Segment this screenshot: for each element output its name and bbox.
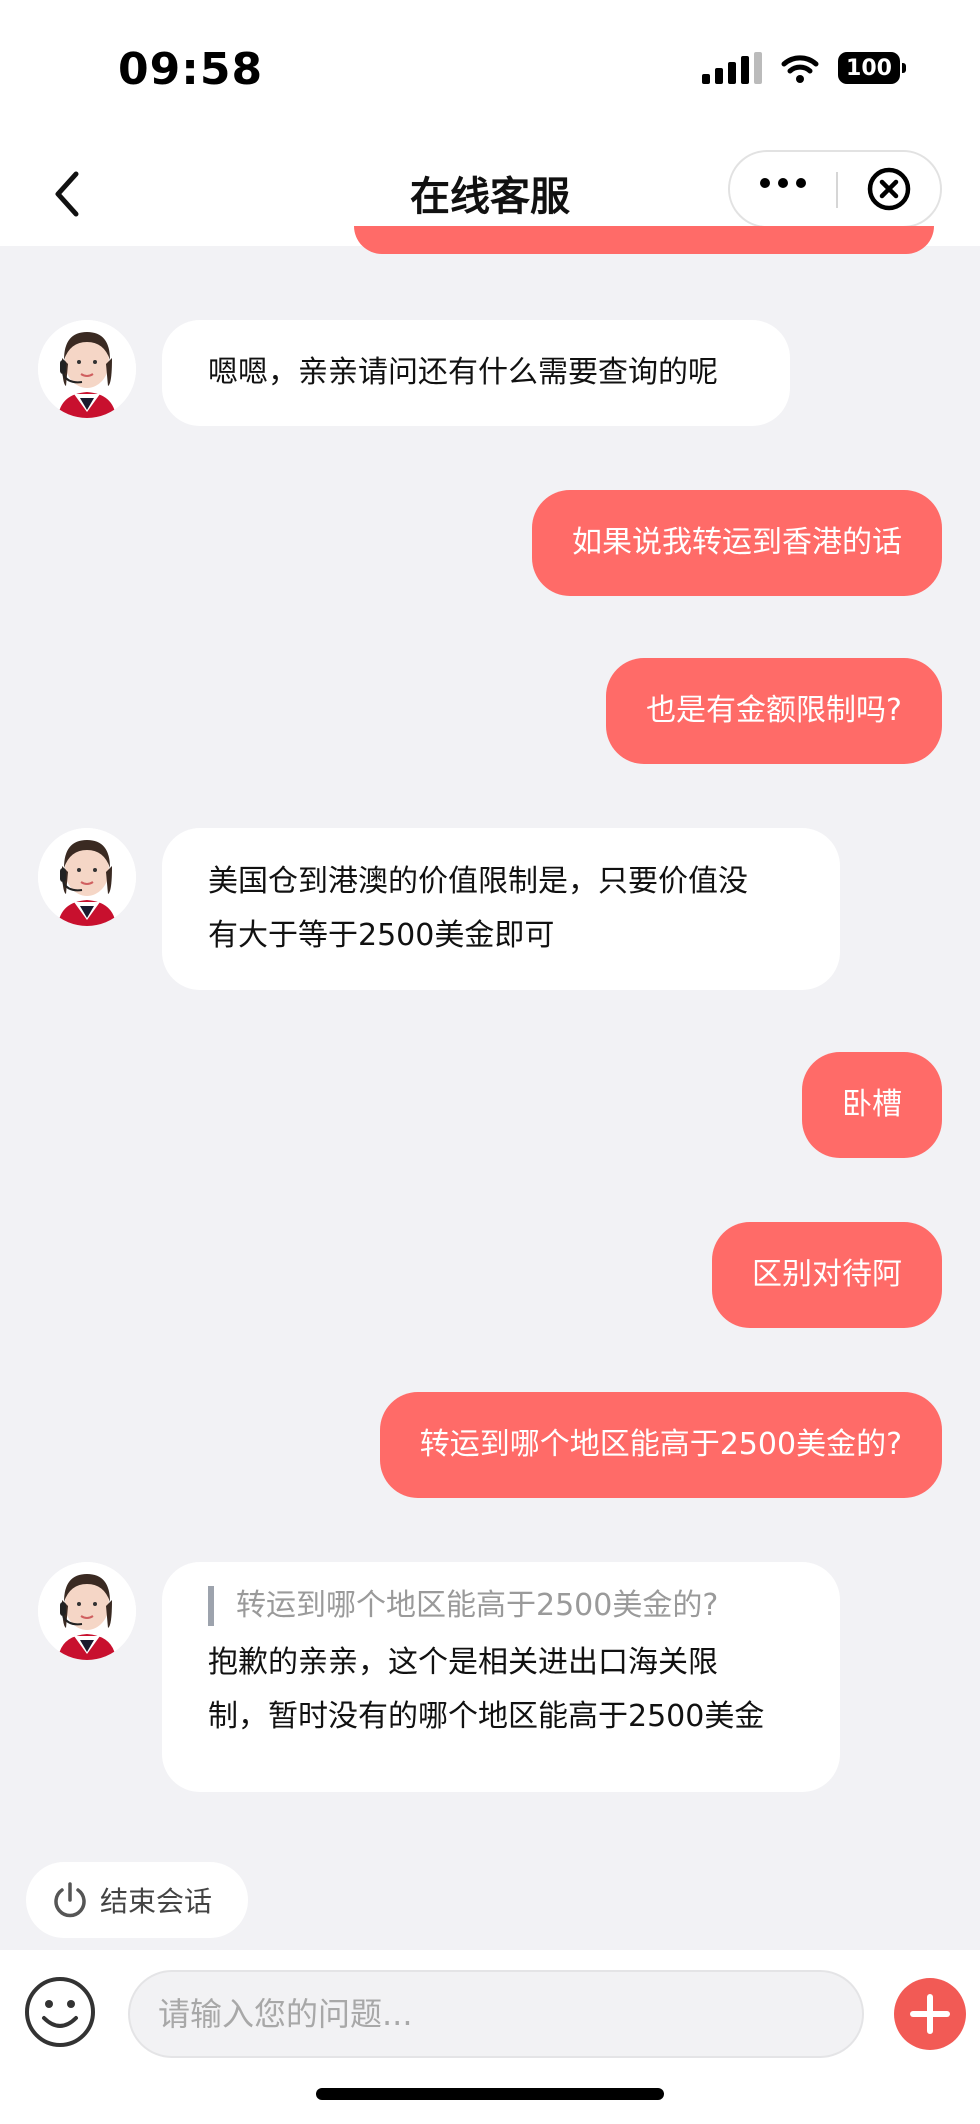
power-icon <box>54 1882 86 1918</box>
agent-avatar <box>38 828 136 926</box>
user-message: 卧槽 <box>802 1052 942 1158</box>
end-session-label: 结束会话 <box>100 1885 213 1918</box>
message-text: 嗯嗯，亲亲请问还有什么需要查询的呢 <box>208 355 718 390</box>
status-icons: 100 <box>702 52 906 84</box>
mini-program-capsule <box>728 150 942 228</box>
message-text: 转运到哪个地区能高于2500美金的? <box>419 1427 902 1462</box>
agent-avatar <box>38 320 136 418</box>
home-indicator <box>316 2088 664 2100</box>
signal-icon <box>702 52 762 84</box>
user-message: 如果说我转运到香港的话 <box>532 490 942 596</box>
agent-avatar <box>38 1562 136 1660</box>
message-text: 卧槽 <box>842 1087 902 1122</box>
quoted-message: 转运到哪个地区能高于2500美金的? <box>208 1586 794 1626</box>
status-bar: 09:58 100 <box>0 0 980 140</box>
message-line: 制，暂时没有的哪个地区能高于2500美金 <box>208 1699 765 1734</box>
user-message: 也是有金额限制吗? <box>606 658 942 764</box>
agent-message: 嗯嗯，亲亲请问还有什么需要查询的呢 <box>162 320 790 426</box>
message-input[interactable]: 请输入您的问题... <box>128 1970 864 2058</box>
message-line: 美国仓到港澳的价值限制是，只要价值没 <box>208 864 748 899</box>
battery-level: 100 <box>846 55 892 81</box>
message-text: 区别对待阿 <box>752 1257 902 1292</box>
agent-message: 美国仓到港澳的价值限制是，只要价值没 有大于等于2500美金即可 <box>162 828 840 990</box>
close-icon[interactable] <box>866 166 912 212</box>
end-session-button[interactable]: 结束会话 <box>26 1862 248 1938</box>
user-message: 区别对待阿 <box>712 1222 942 1328</box>
message-line: 抱歉的亲亲，这个是相关进出口海关限 <box>208 1645 718 1680</box>
wifi-icon <box>781 55 819 83</box>
status-time: 09:58 <box>118 44 264 95</box>
message-text: 也是有金额限制吗? <box>646 693 902 728</box>
message-text: 如果说我转运到香港的话 <box>572 525 902 560</box>
previous-message-bubble <box>354 226 934 254</box>
input-placeholder: 请输入您的问题... <box>158 1995 413 2033</box>
message-line: 有大于等于2500美金即可 <box>208 918 555 953</box>
agent-message: 转运到哪个地区能高于2500美金的? 抱歉的亲亲，这个是相关进出口海关限 制，暂… <box>162 1562 840 1792</box>
more-icon[interactable] <box>760 178 806 188</box>
user-message: 转运到哪个地区能高于2500美金的? <box>379 1392 942 1498</box>
battery-icon: 100 <box>838 52 906 84</box>
emoji-icon[interactable] <box>22 1974 98 2050</box>
capsule-divider <box>836 172 838 208</box>
add-icon[interactable] <box>894 1978 966 2050</box>
